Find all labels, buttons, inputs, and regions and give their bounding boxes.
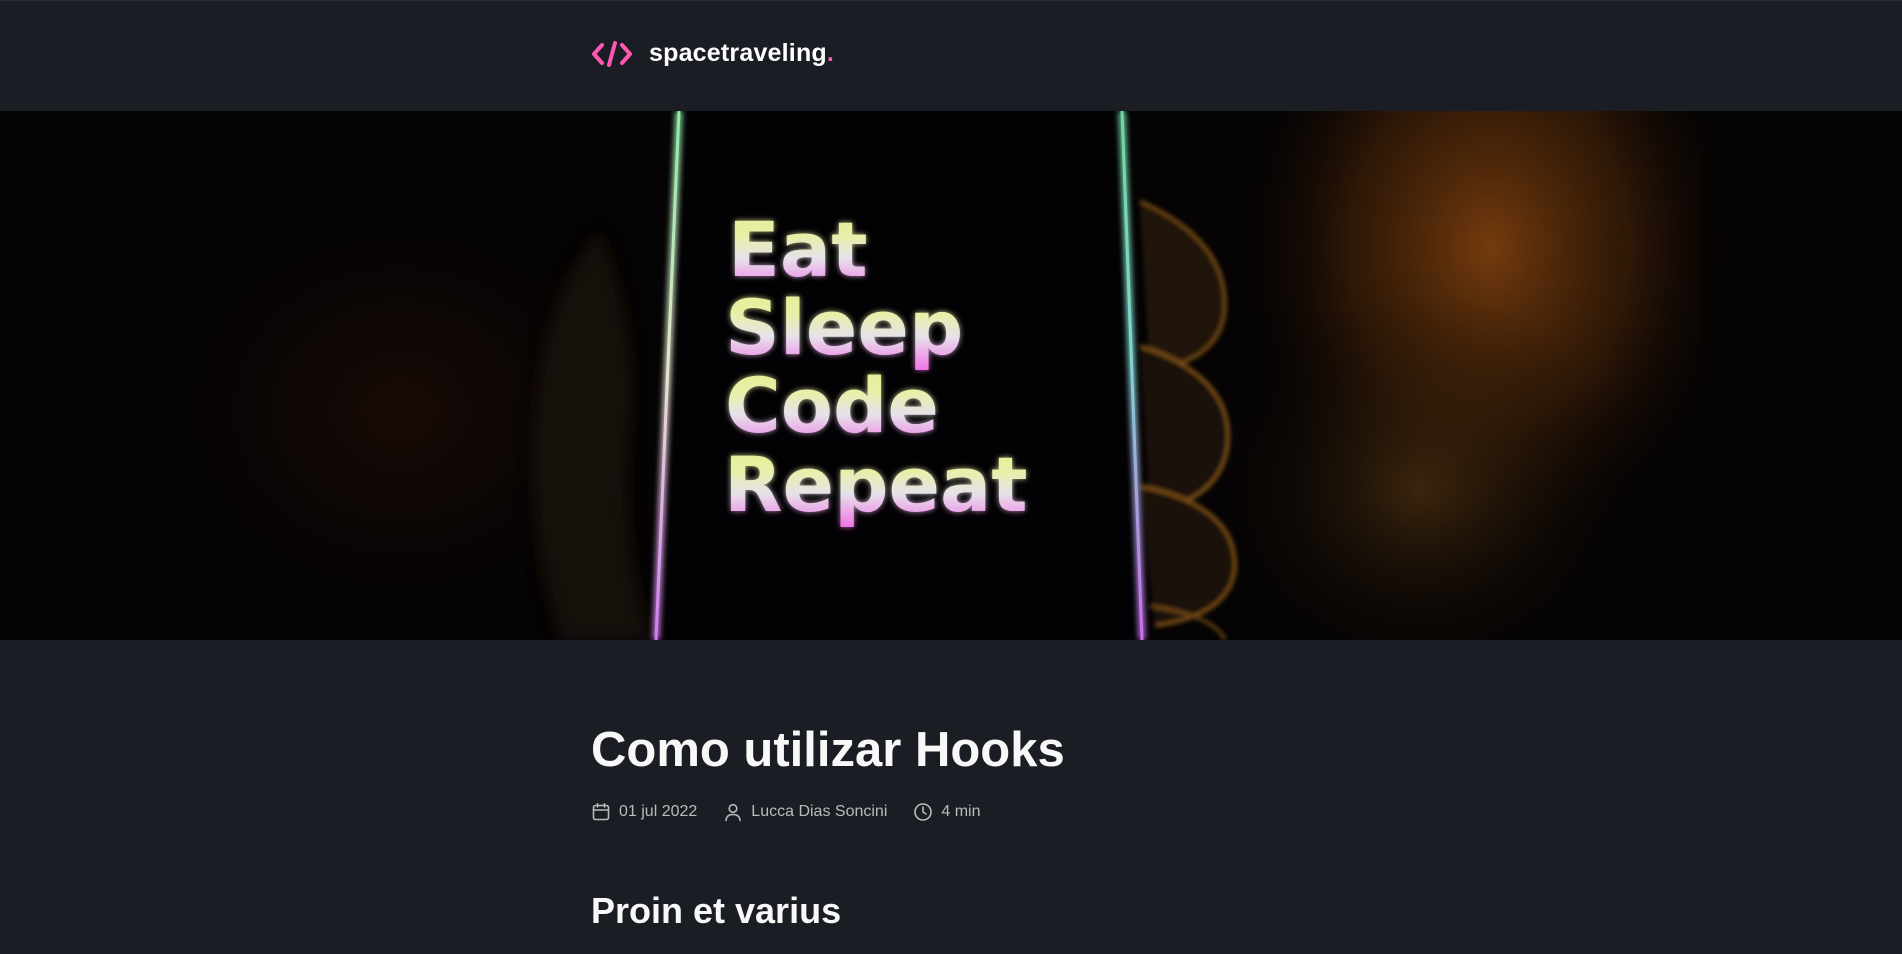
user-icon xyxy=(725,803,742,822)
section-heading: Proin et varius xyxy=(591,890,842,931)
post-reading-time: 4 min xyxy=(913,802,981,822)
banner-line-code-text: Code xyxy=(725,361,939,450)
banner-line-repeat-text: Repeat xyxy=(724,440,1028,529)
logo-dot: . xyxy=(826,39,835,67)
clock-icon xyxy=(914,803,933,821)
post-date: 01 jul 2022 xyxy=(591,802,697,822)
post-author: Lucca Dias Soncini xyxy=(723,802,887,822)
logo-text: spacetraveling. xyxy=(649,39,835,67)
post-banner-image: Eat Sleep Code Repeat Eat Sleep Code Rep… xyxy=(0,111,1902,640)
post-info: 01 jul 2022 Lucca Dias Soncini 4 min xyxy=(591,802,1007,822)
code-brackets-icon xyxy=(592,40,632,67)
post-author-text: Lucca Dias Soncini xyxy=(751,803,888,820)
logo-link[interactable]: spacetraveling. xyxy=(591,39,834,68)
post-date-text: 01 jul 2022 xyxy=(619,803,698,820)
banner-line-sleep-text: Sleep xyxy=(725,283,963,372)
banner-illustration: Eat Sleep Code Repeat Eat Sleep Code Rep… xyxy=(0,111,1902,640)
banner-line-eat-text: Eat xyxy=(728,205,868,294)
calendar-icon xyxy=(592,802,610,821)
post-reading-time-text: 4 min xyxy=(941,803,981,820)
site-header: spacetraveling. xyxy=(0,0,1902,111)
post-title: Como utilizar Hooks xyxy=(591,723,1065,777)
